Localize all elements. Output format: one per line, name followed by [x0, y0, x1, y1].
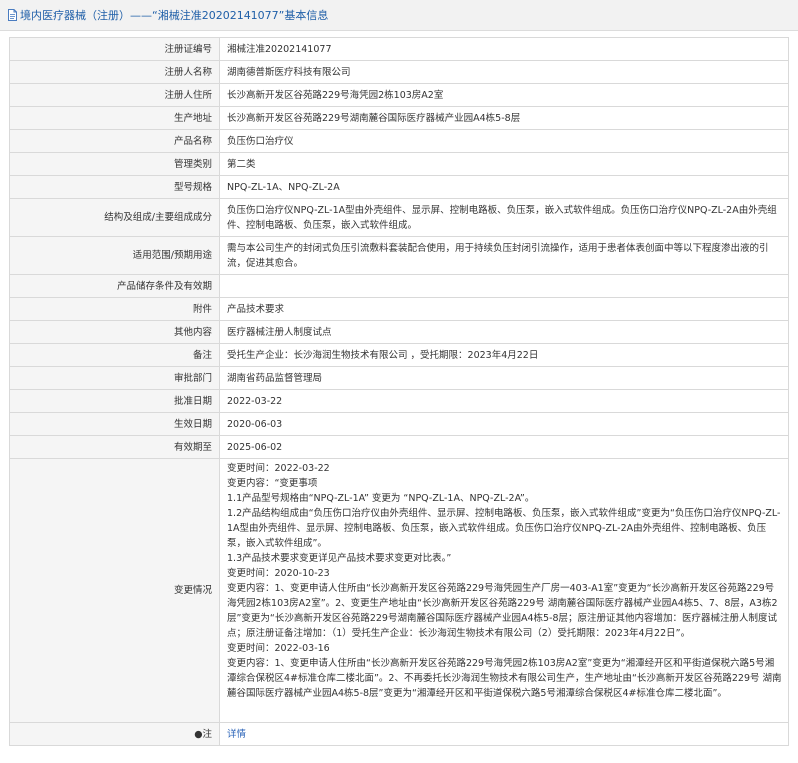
row-value: 长沙高新开发区谷苑路229号湖南麓谷国际医疗器械产业园A4栋5-8层	[219, 106, 789, 130]
row-value: 2022-03-22	[219, 389, 789, 413]
changes-label: 变更情况	[9, 458, 220, 723]
row-label: 生效日期	[9, 412, 220, 436]
row-value: 负压伤口治疗仪NPQ-ZL-1A型由外壳组件、显示屏、控制电路板、负压泵，嵌入式…	[219, 198, 789, 237]
table-row: 注册人住所 长沙高新开发区谷苑路229号海凭园2栋103房A2室	[9, 83, 789, 107]
change-line: 1.3产品技术要求变更详见产品技术要求变更对比表。”	[227, 553, 452, 564]
document-icon	[8, 9, 17, 21]
table-row-note: ●注 详情	[9, 722, 789, 746]
row-value: 湖南德普斯医疗科技有限公司	[219, 60, 789, 84]
row-label: 注册人住所	[9, 83, 220, 107]
title-bar: 境内医疗器械（注册）——“湘械注准20202141077”基本信息	[0, 0, 798, 31]
note-label: 注	[202, 728, 212, 740]
row-value: 产品技术要求	[219, 297, 789, 321]
row-label: 附件	[9, 297, 220, 321]
table-row: 产品名称 负压伤口治疗仪	[9, 129, 789, 153]
change-line: 变更内容：“变更事项	[227, 478, 318, 489]
table-row: 生效日期 2020-06-03	[9, 412, 789, 436]
table-row: 注册证编号 湘械注准20202141077	[9, 37, 789, 61]
table-row: 附件 产品技术要求	[9, 297, 789, 321]
table-row: 审批部门 湖南省药品监督管理局	[9, 366, 789, 390]
table-row: 管理类别 第二类	[9, 152, 789, 176]
table-row: 生产地址 长沙高新开发区谷苑路229号湖南麓谷国际医疗器械产业园A4栋5-8层	[9, 106, 789, 130]
row-label: 生产地址	[9, 106, 220, 130]
table-row: 注册人名称 湖南德普斯医疗科技有限公司	[9, 60, 789, 84]
table-row: 批准日期 2022-03-22	[9, 389, 789, 413]
change-line: 变更内容：1、变更申请人住所由“长沙高新开发区谷苑路229号海凭园生产厂房一40…	[227, 583, 778, 639]
info-table-container: 注册证编号 湘械注准20202141077 注册人名称 湖南德普斯医疗科技有限公…	[9, 37, 789, 746]
table-row: 适用范围/预期用途 需与本公司生产的封闭式负压引流敷料套装配合使用，用于持续负压…	[9, 236, 789, 275]
row-label: 备注	[9, 343, 220, 367]
row-value: 2025-06-02	[219, 435, 789, 459]
row-value: 受托生产企业：长沙海润生物技术有限公司 ，受托期限：2023年4月22日	[219, 343, 789, 367]
table-row: 其他内容 医疗器械注册人制度试点	[9, 320, 789, 344]
row-value: 2020-06-03	[219, 412, 789, 436]
row-label: 其他内容	[9, 320, 220, 344]
row-label: 审批部门	[9, 366, 220, 390]
row-value: 长沙高新开发区谷苑路229号海凭园2栋103房A2室	[219, 83, 789, 107]
change-line: 变更内容：1、变更申请人住所由“长沙高新开发区谷苑路229号海凭园2栋103房A…	[227, 658, 782, 699]
table-row-changes: 变更情况 变更时间：2022-03-22 变更内容：“变更事项 1.1产品型号规…	[9, 458, 789, 723]
change-line: 变更时间：2020-10-23	[227, 568, 330, 579]
row-label: 管理类别	[9, 152, 220, 176]
row-label: 注册证编号	[9, 37, 220, 61]
row-label: 注册人名称	[9, 60, 220, 84]
table-row: 有效期至 2025-06-02	[9, 435, 789, 459]
table-row: 型号规格 NPQ-ZL-1A、NPQ-ZL-2A	[9, 175, 789, 199]
note-value: 详情	[219, 722, 789, 746]
row-label: 批准日期	[9, 389, 220, 413]
row-value: 负压伤口治疗仪	[219, 129, 789, 153]
note-label-cell: ●注	[9, 722, 220, 746]
change-line: 变更时间：2022-03-16	[227, 643, 330, 654]
changes-value: 变更时间：2022-03-22 变更内容：“变更事项 1.1产品型号规格由“NP…	[219, 458, 789, 723]
change-line: 1.2产品结构组成由“负压伤口治疗仪由外壳组件、显示屏、控制电路板、负压泵，嵌入…	[227, 508, 781, 549]
info-table: 注册证编号 湘械注准20202141077 注册人名称 湖南德普斯医疗科技有限公…	[9, 37, 789, 746]
row-value: 湖南省药品监督管理局	[219, 366, 789, 390]
table-row: 备注 受托生产企业：长沙海润生物技术有限公司 ，受托期限：2023年4月22日	[9, 343, 789, 367]
change-line: 1.1产品型号规格由“NPQ-ZL-1A” 变更为 “NPQ-ZL-1A、NPQ…	[227, 493, 535, 504]
row-label: 有效期至	[9, 435, 220, 459]
row-value: 医疗器械注册人制度试点	[219, 320, 789, 344]
row-value: 湘械注准20202141077	[219, 37, 789, 61]
row-value: NPQ-ZL-1A、NPQ-ZL-2A	[219, 175, 789, 199]
table-row: 结构及组成/主要组成成分 负压伤口治疗仪NPQ-ZL-1A型由外壳组件、显示屏、…	[9, 198, 789, 237]
table-row: 产品储存条件及有效期	[9, 274, 789, 298]
row-label: 结构及组成/主要组成成分	[9, 198, 220, 237]
row-label: 适用范围/预期用途	[9, 236, 220, 275]
row-value: 需与本公司生产的封闭式负压引流敷料套装配合使用，用于持续负压封闭引流操作，适用于…	[219, 236, 789, 275]
row-value: 第二类	[219, 152, 789, 176]
details-link[interactable]: 详情	[227, 729, 246, 740]
row-value	[219, 274, 789, 298]
change-line: 变更时间：2022-03-22	[227, 463, 330, 474]
row-label: 产品储存条件及有效期	[9, 274, 220, 298]
page-title: 境内医疗器械（注册）——“湘械注准20202141077”基本信息	[20, 9, 329, 22]
row-label: 型号规格	[9, 175, 220, 199]
row-label: 产品名称	[9, 129, 220, 153]
